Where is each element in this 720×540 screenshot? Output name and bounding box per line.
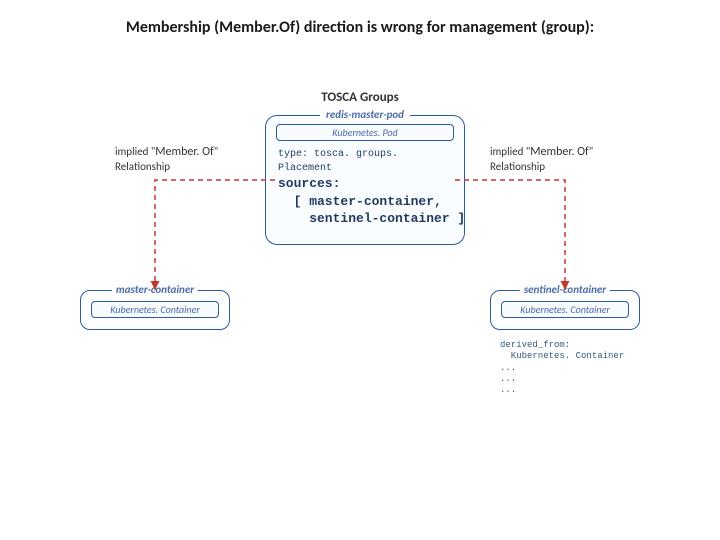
pod-sources-body: [ master-container, sentinel-container ] — [278, 193, 452, 228]
pod-sources-label: sources: — [278, 175, 452, 193]
memberof-text: Member. Of — [155, 145, 213, 159]
implied-memberof-left: implied "Member. Of" Relationship — [115, 145, 235, 174]
node-type: Kubernetes. Container — [501, 301, 629, 318]
implied-line2: Relationship — [490, 160, 545, 173]
pod-body: type: tosca. groups. Placement sources: … — [278, 148, 452, 228]
node-type: Kubernetes. Container — [91, 301, 219, 318]
master-container-node: master-container Kubernetes. Container — [80, 290, 230, 330]
connector-lines — [0, 0, 720, 540]
diagram-title: Membership (Member.Of) direction is wron… — [0, 18, 720, 37]
implied-memberof-right: implied "Member. Of" Relationship — [490, 145, 610, 174]
memberof-text: Member. Of — [530, 145, 588, 159]
pod-type-line: type: tosca. groups. Placement — [278, 148, 452, 175]
derived-from-block: derived_from: Kubernetes. Container ... … — [500, 340, 650, 396]
pod-name: redis-master-pod — [320, 108, 410, 121]
pod-box: redis-master-pod Kubernetes. Pod type: t… — [265, 115, 465, 245]
implied-prefix: implied " — [115, 145, 155, 158]
sentinel-container-node: sentinel-container Kubernetes. Container — [490, 290, 640, 330]
tosca-groups-label: TOSCA Groups — [0, 90, 720, 105]
implied-suffix: " — [589, 145, 593, 158]
node-name: sentinel-container — [520, 283, 610, 296]
implied-line2: Relationship — [115, 160, 170, 173]
implied-suffix: " — [214, 145, 218, 158]
implied-prefix: implied " — [490, 145, 530, 158]
node-name: master-container — [112, 283, 198, 296]
pod-subtype: Kubernetes. Pod — [276, 124, 454, 141]
